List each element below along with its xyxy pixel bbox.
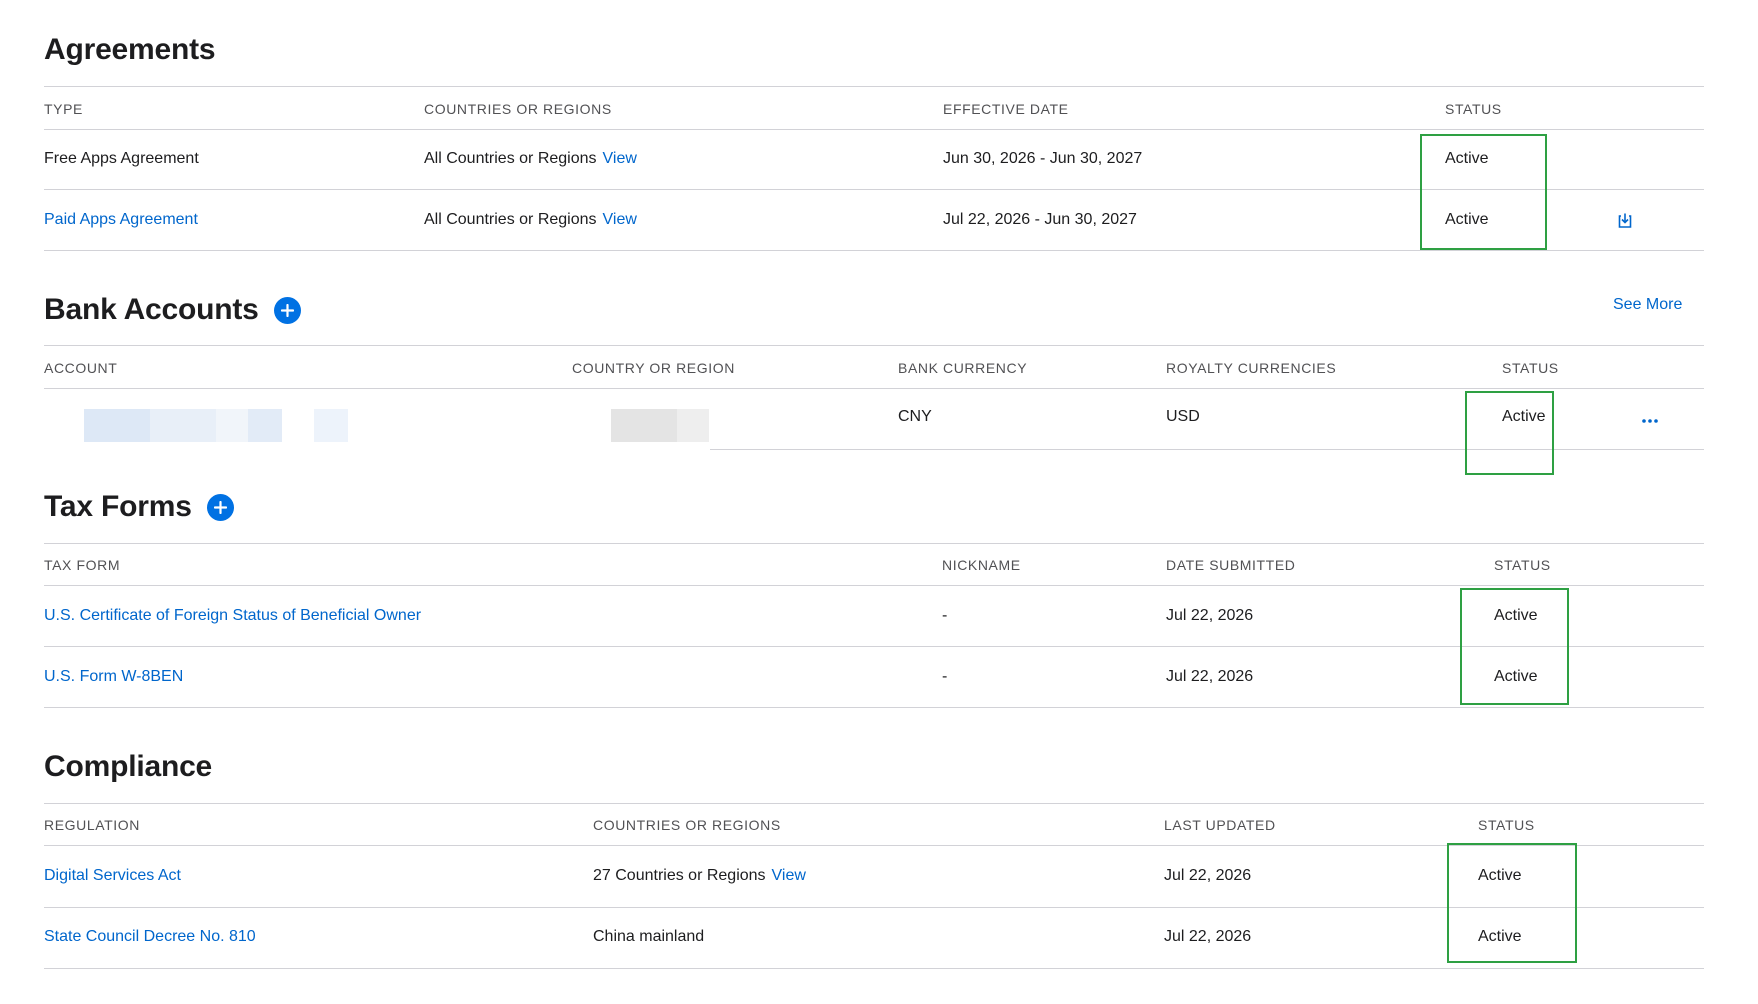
- divider: [44, 646, 1704, 647]
- bank-accounts-title-text: Bank Accounts: [44, 293, 259, 326]
- download-icon[interactable]: [1617, 212, 1633, 234]
- add-bank-account-button[interactable]: [273, 296, 301, 324]
- divider: [44, 250, 1704, 251]
- view-countries-link[interactable]: View: [772, 867, 806, 884]
- divider: [44, 388, 1704, 389]
- regulation-link[interactable]: Digital Services Act: [44, 867, 181, 885]
- col-header-status: STATUS: [1478, 817, 1535, 833]
- agreement-countries: All Countries or Regions View: [424, 211, 637, 229]
- compliance-date: Jul 22, 2026: [1164, 867, 1252, 884]
- tax-nickname: -: [942, 607, 948, 624]
- agreement-date: Jun 30, 2026 - Jun 30, 2027: [943, 150, 1143, 167]
- col-header-regulation: REGULATION: [44, 817, 140, 833]
- countries-text: 27 Countries or Regions: [593, 867, 766, 884]
- compliance-countries: China mainland: [593, 928, 705, 945]
- see-more-link[interactable]: See More: [1613, 296, 1682, 314]
- plus-icon: [280, 303, 294, 317]
- agreement-date: Jul 22, 2026 - Jun 30, 2027: [943, 211, 1137, 228]
- tax-forms-title: Tax Forms: [44, 490, 234, 524]
- col-header-tax-form: TAX FORM: [44, 557, 121, 573]
- divider: [44, 968, 1704, 969]
- view-countries-link[interactable]: View: [603, 211, 637, 228]
- divider: [44, 86, 1704, 87]
- col-header-royalty-currencies: ROYALTY CURRENCIES: [1166, 360, 1337, 376]
- view-countries-link[interactable]: View: [603, 150, 637, 167]
- tax-date: Jul 22, 2026: [1166, 607, 1254, 624]
- status-highlight-box: [1420, 134, 1547, 250]
- col-header-account: ACCOUNT: [44, 360, 118, 376]
- col-header-date-submitted: DATE SUBMITTED: [1166, 557, 1296, 573]
- regulation-link[interactable]: State Council Decree No. 810: [44, 928, 256, 946]
- col-header-nickname: NICKNAME: [942, 557, 1021, 573]
- col-header-countries: COUNTRIES OR REGIONS: [424, 101, 612, 117]
- status-highlight-box: [1460, 588, 1569, 705]
- tax-nickname: -: [942, 668, 948, 685]
- divider: [44, 585, 1704, 586]
- agreement-type: Free Apps Agreement: [44, 150, 199, 167]
- agreements-title: Agreements: [44, 33, 216, 67]
- countries-text: All Countries or Regions: [424, 150, 597, 167]
- divider: [44, 345, 1704, 346]
- countries-text: All Countries or Regions: [424, 211, 597, 228]
- paid-apps-agreement-link[interactable]: Paid Apps Agreement: [44, 211, 198, 229]
- divider: [44, 707, 1704, 708]
- status-highlight-box: [1465, 391, 1554, 475]
- compliance-title-text: Compliance: [44, 750, 213, 783]
- col-header-countries: COUNTRIES OR REGIONS: [593, 817, 781, 833]
- status-highlight-box: [1447, 843, 1577, 963]
- col-header-status: STATUS: [1502, 360, 1559, 376]
- divider: [44, 129, 1704, 130]
- col-header-status: STATUS: [1494, 557, 1551, 573]
- plus-icon: [213, 500, 227, 514]
- tax-form-link[interactable]: U.S. Certificate of Foreign Status of Be…: [44, 607, 421, 625]
- col-header-effective-date: EFFECTIVE DATE: [943, 101, 1069, 117]
- royalty-currency: USD: [1166, 408, 1200, 425]
- col-header-last-updated: LAST UPDATED: [1164, 817, 1276, 833]
- tax-form-link[interactable]: U.S. Form W-8BEN: [44, 668, 183, 686]
- agreements-title-text: Agreements: [44, 33, 216, 66]
- compliance-countries: 27 Countries or Regions View: [593, 867, 806, 885]
- col-header-status: STATUS: [1445, 101, 1502, 117]
- divider: [44, 803, 1704, 804]
- col-header-country: COUNTRY OR REGION: [572, 360, 735, 376]
- bank-currency: CNY: [898, 408, 932, 425]
- add-tax-form-button[interactable]: [206, 493, 234, 521]
- tax-date: Jul 22, 2026: [1166, 668, 1254, 685]
- divider: [44, 543, 1704, 544]
- more-icon[interactable]: [1641, 411, 1659, 429]
- col-header-bank-currency: BANK CURRENCY: [898, 360, 1028, 376]
- compliance-title: Compliance: [44, 750, 212, 784]
- col-header-type: TYPE: [44, 101, 83, 117]
- compliance-date: Jul 22, 2026: [1164, 928, 1252, 945]
- divider: [710, 449, 1704, 450]
- agreement-countries: All Countries or Regions View: [424, 150, 637, 168]
- tax-forms-title-text: Tax Forms: [44, 490, 192, 523]
- bank-accounts-title: Bank Accounts: [44, 293, 301, 327]
